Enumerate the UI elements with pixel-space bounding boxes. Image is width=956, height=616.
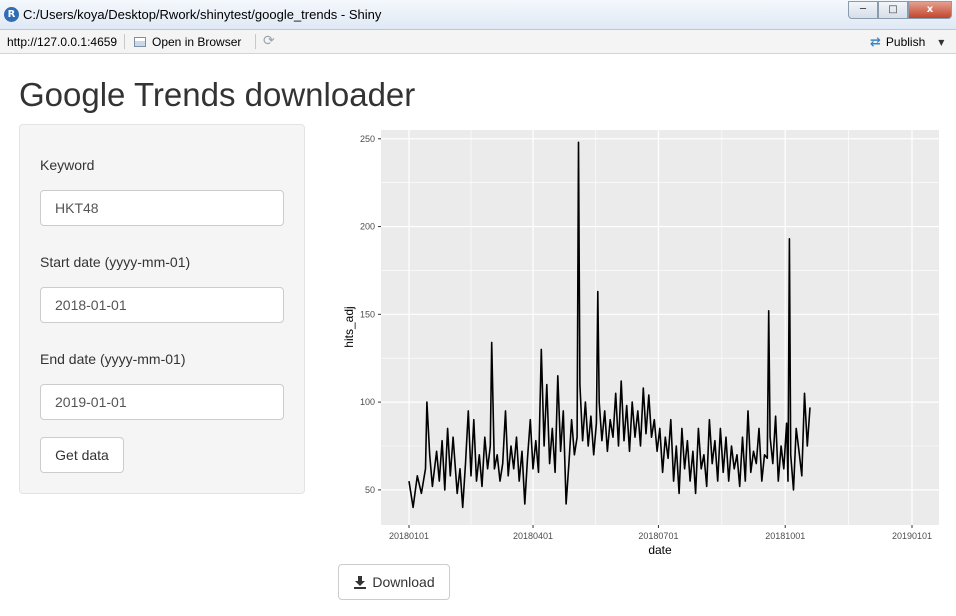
publish-icon: ⇄ (870, 34, 881, 50)
end-date-label: End date (yyyy-mm-01) (40, 351, 186, 367)
chevron-down-icon[interactable]: ▼ (938, 38, 944, 47)
window-titlebar: R C:/Users/koya/Desktop/Rwork/shinytest/… (0, 0, 956, 30)
browser-window-icon (134, 37, 146, 47)
keyword-input[interactable] (40, 190, 284, 226)
url-label: http://127.0.0.1:4659 (7, 35, 118, 49)
download-label: Download (372, 574, 435, 590)
viewer-toolbar: http://127.0.0.1:4659 Open in Browser ⟳ … (0, 30, 956, 54)
toolbar-separator (124, 34, 125, 49)
download-icon (354, 576, 367, 589)
download-button[interactable]: Download (338, 564, 450, 600)
x-axis-title: date (648, 543, 672, 557)
window-controls: ─ □ x (848, 1, 952, 19)
publish-label: Publish (885, 35, 926, 49)
publish-button[interactable]: ⇄ Publish ▼ (870, 33, 944, 51)
y-tick-label: 250 (360, 134, 375, 144)
maximize-button[interactable]: □ (878, 1, 908, 19)
open-in-browser-button[interactable]: Open in Browser (134, 33, 241, 51)
open-in-browser-label: Open in Browser (152, 35, 242, 49)
x-tick-label: 20180101 (389, 531, 429, 541)
x-tick-label: 20180701 (638, 531, 678, 541)
y-tick-label: 50 (365, 485, 375, 495)
start-date-input[interactable] (40, 287, 284, 323)
x-tick-label: 20181001 (765, 531, 805, 541)
keyword-label: Keyword (40, 157, 95, 173)
y-tick-label: 200 (360, 222, 375, 232)
start-date-label: Start date (yyyy-mm-01) (40, 254, 191, 270)
y-axis-title: hits_adj (342, 306, 356, 347)
end-date-input[interactable] (40, 384, 284, 420)
page-title: Google Trends downloader (19, 76, 416, 113)
y-tick-label: 150 (360, 309, 375, 319)
sidebar-panel: Keyword Start date (yyyy-mm-01) End date… (19, 124, 305, 494)
x-tick-label: 20190101 (892, 531, 932, 541)
r-logo-icon: R (4, 7, 19, 22)
x-tick-label: 20180401 (513, 531, 553, 541)
trends-plot: 50 100 150 200 250 20180101 20180401 20180701 20… (342, 130, 939, 557)
get-data-button[interactable]: Get data (40, 437, 124, 473)
close-button[interactable]: x (908, 1, 952, 19)
toolbar-separator (255, 34, 256, 49)
refresh-icon[interactable]: ⟳ (263, 33, 275, 50)
y-tick-label: 100 (360, 397, 375, 407)
minimize-button[interactable]: ─ (848, 1, 878, 19)
window-title: C:/Users/koya/Desktop/Rwork/shinytest/go… (23, 7, 382, 22)
